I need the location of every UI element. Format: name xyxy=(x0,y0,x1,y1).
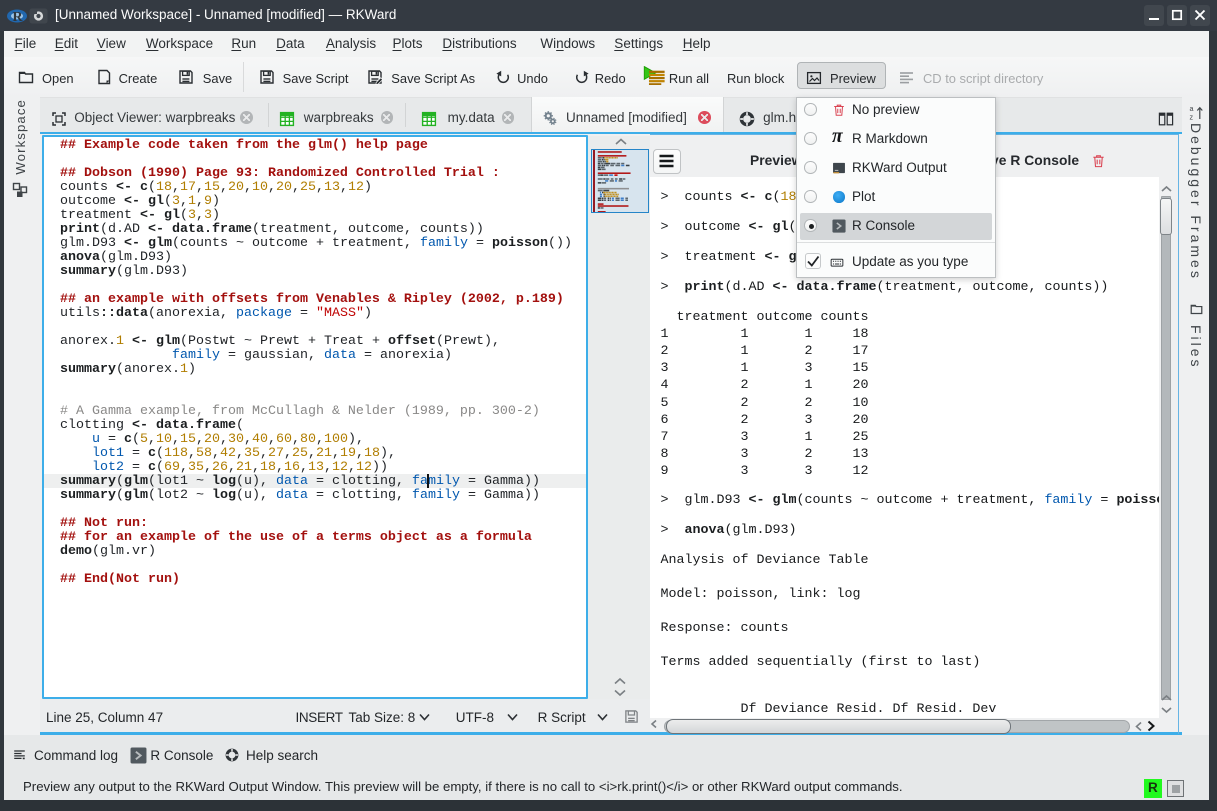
svg-text:R: R xyxy=(13,10,24,24)
svg-text:z: z xyxy=(1190,113,1194,122)
